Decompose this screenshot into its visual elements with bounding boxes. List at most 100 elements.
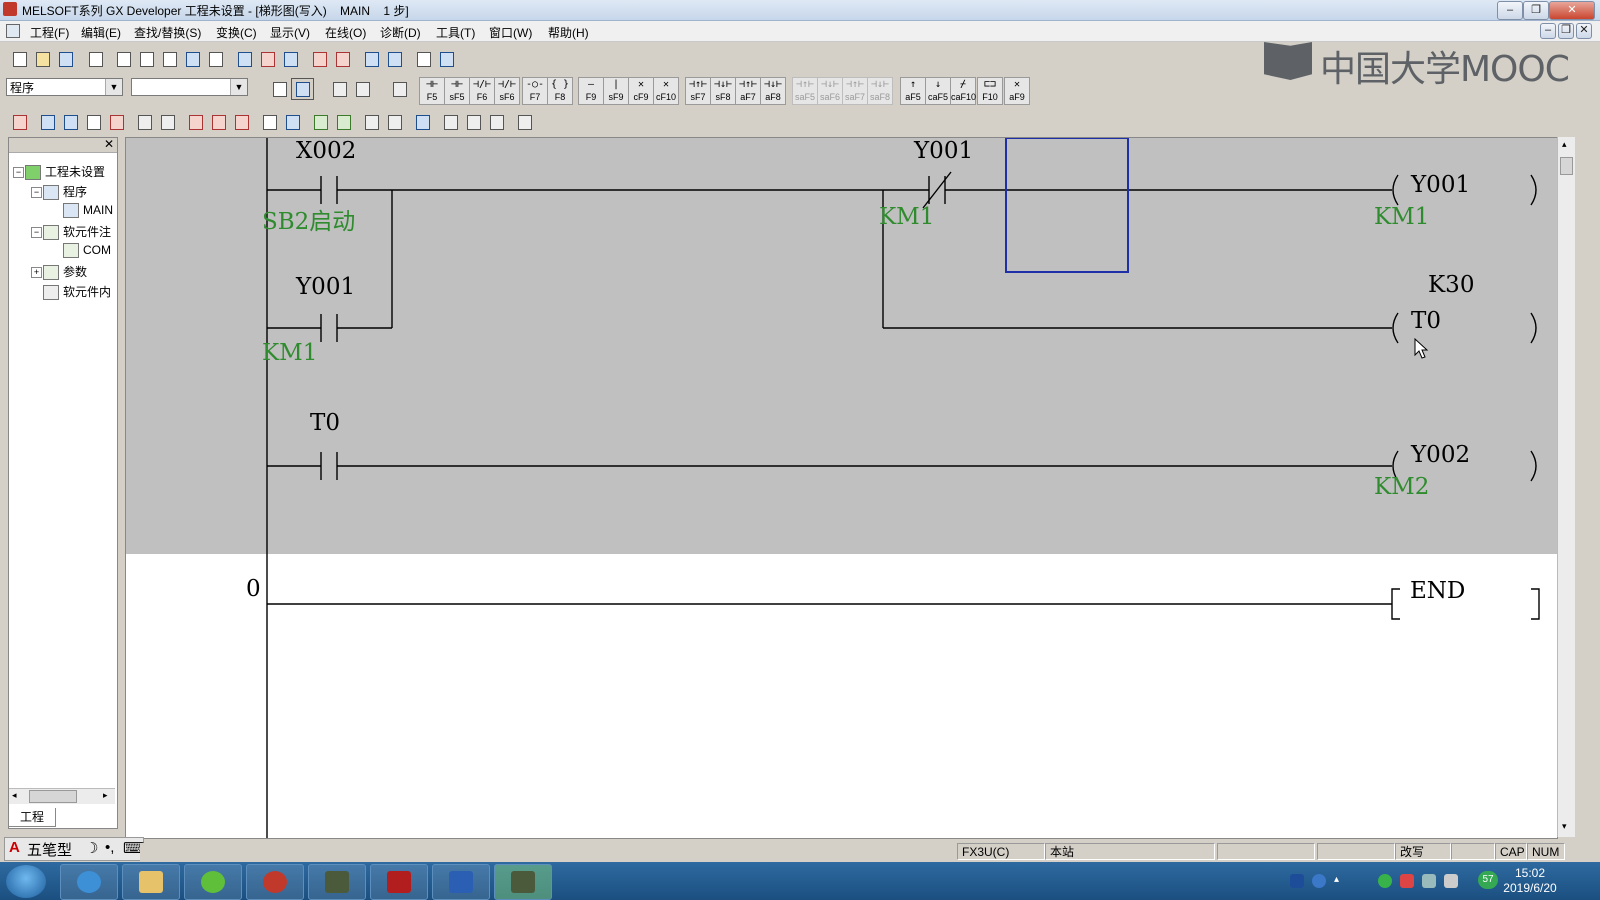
alias-display-icon[interactable] [156, 111, 179, 133]
menu-help[interactable]: 帮助(H) [548, 24, 589, 41]
tree-item-main[interactable]: MAIN [63, 203, 113, 219]
app-icon[interactable] [3, 2, 17, 16]
close-panel-icon[interactable]: ✕ [104, 137, 114, 151]
ladder-key-f8[interactable]: { } F8 [547, 77, 573, 105]
ladder-down-icon[interactable] [332, 111, 355, 133]
collapse-icon[interactable]: − [31, 187, 42, 198]
expand-icon[interactable]: + [31, 267, 42, 278]
taskbar-word[interactable] [432, 864, 490, 900]
ladder-view-icon[interactable] [36, 111, 59, 133]
taskbar-explorer[interactable] [122, 864, 180, 900]
tree-item-device-memory[interactable]: 软元件内 [43, 283, 111, 301]
find-instruction-icon[interactable] [256, 48, 279, 70]
scroll-thumb[interactable] [29, 790, 77, 803]
taskbar-recorder[interactable] [494, 864, 552, 900]
ladder-key-sf6[interactable]: ⊣/⊢ sF6 [494, 77, 520, 105]
ladder-key-af9[interactable]: ✕ aF9 [1004, 77, 1030, 105]
scroll-left-icon[interactable]: ◂ [12, 790, 17, 801]
zoom-icon[interactable] [82, 111, 105, 133]
scroll-down-icon[interactable]: ▾ [1562, 821, 1567, 832]
delete-row-icon[interactable] [383, 111, 406, 133]
find-device-icon[interactable] [233, 48, 256, 70]
scroll-thumb[interactable] [1560, 157, 1573, 175]
convert-all-icon[interactable] [207, 111, 230, 133]
volume-icon[interactable] [1444, 874, 1458, 888]
tree-item-program[interactable]: 程序 [43, 183, 87, 201]
menu-window[interactable]: 窗口(W) [489, 24, 532, 41]
statement-icon[interactable] [351, 78, 374, 100]
security-icon[interactable] [1378, 874, 1392, 888]
ladder-scrollbar[interactable]: ▴ ▾ [1557, 137, 1575, 837]
device-batch-icon[interactable] [105, 111, 128, 133]
ladder-key-saf7[interactable]: ⊣↑⊢ saF7 [842, 77, 868, 105]
scroll-up-icon[interactable]: ▴ [1562, 139, 1567, 150]
project-data-icon[interactable] [8, 111, 31, 133]
online-edit-icon[interactable] [411, 111, 434, 133]
device-select[interactable]: ▼ [131, 78, 248, 96]
ladder-key-saf5[interactable]: ⊣↑⊢ saF5 [792, 77, 818, 105]
delete-column-icon[interactable] [462, 111, 485, 133]
insert-column-icon[interactable] [439, 111, 462, 133]
close-button[interactable]: ✕ [1549, 1, 1595, 20]
ladder-key-af7[interactable]: ⊣↑⊢ aF7 [735, 77, 761, 105]
sfc-icon[interactable] [513, 111, 536, 133]
read-plc-icon[interactable] [331, 48, 354, 70]
redo-icon[interactable] [204, 48, 227, 70]
ime-mode-label[interactable]: 五笔型 [27, 839, 72, 860]
scroll-right-icon[interactable]: ▸ [103, 790, 108, 801]
doc-minimize-button[interactable]: – [1540, 23, 1556, 39]
new-icon[interactable] [8, 48, 31, 70]
punctuation-icon[interactable]: •, [105, 839, 114, 856]
taskbar-ie[interactable] [60, 864, 118, 900]
ladder-editor[interactable]: X002 SB2启动 Y001 KM1 Y001 KM1 Y001 KM1 K30 T0 T0 Y00… [125, 137, 1558, 839]
doc-icon[interactable] [6, 24, 20, 38]
panel-scrollbar[interactable]: ◂ ▸ [9, 788, 115, 804]
ladder-key-cf9[interactable]: ✕ cF9 [628, 77, 654, 105]
flag-icon[interactable] [1400, 874, 1414, 888]
ladder-key-saf6[interactable]: ⊣↓⊢ saF6 [817, 77, 843, 105]
device-list-icon[interactable] [258, 111, 281, 133]
ime-a-icon[interactable]: A [9, 839, 20, 856]
menu-project[interactable]: 工程(F) [30, 24, 69, 41]
ime-tray-icon[interactable] [1290, 874, 1304, 888]
write-mode-icon[interactable] [291, 78, 314, 100]
menu-view[interactable]: 显示(V) [270, 24, 310, 41]
menu-edit[interactable]: 编辑(E) [81, 24, 121, 41]
monitor-icon[interactable] [360, 48, 383, 70]
start-button[interactable] [6, 865, 46, 898]
menu-diagnostics[interactable]: 诊断(D) [380, 24, 421, 41]
ladder-key-f5[interactable]: ⊣⊢ F5 [419, 77, 445, 105]
print-icon[interactable] [84, 48, 107, 70]
insert-row-icon[interactable] [360, 111, 383, 133]
moon-icon[interactable]: ☽ [85, 839, 98, 857]
check-program-icon[interactable] [230, 111, 253, 133]
read-mode-icon[interactable] [268, 78, 291, 100]
cut-icon[interactable] [112, 48, 135, 70]
clock[interactable]: 15:02 2019/6/20 [1500, 866, 1560, 896]
ladder-up-icon[interactable] [309, 111, 332, 133]
entry-monitor-icon[interactable] [412, 48, 435, 70]
program-select[interactable]: 程序 ▼ [6, 78, 123, 96]
collapse-icon[interactable]: − [13, 167, 24, 178]
collapse-icon[interactable]: − [31, 227, 42, 238]
note-icon[interactable] [388, 78, 411, 100]
taskbar-gx-developer[interactable] [246, 864, 304, 900]
convert-icon[interactable] [184, 111, 207, 133]
maximize-button[interactable]: ❐ [1523, 1, 1549, 20]
open-icon[interactable] [31, 48, 54, 70]
tree-item-parameter[interactable]: 参数 [43, 263, 87, 281]
menu-convert[interactable]: 变换(C) [216, 24, 257, 41]
ladder-key-caf10[interactable]: ⌿ caF10 [950, 77, 976, 105]
cross-reference-icon[interactable] [281, 111, 304, 133]
minimize-button[interactable]: – [1497, 1, 1523, 20]
ladder-key-f6[interactable]: ⊣/⊢ F6 [469, 77, 495, 105]
tree-item-com[interactable]: COM [63, 243, 111, 259]
ladder-key-sf7[interactable]: ⊣↑⊢ sF7 [685, 77, 711, 105]
help-icon[interactable] [1312, 874, 1326, 888]
comment-icon[interactable] [328, 78, 351, 100]
tree-item-device-comment[interactable]: 软元件注 [43, 223, 111, 241]
network-icon[interactable] [1422, 874, 1436, 888]
taskbar-flash[interactable] [370, 864, 428, 900]
undo-icon[interactable] [181, 48, 204, 70]
insert-nop-icon[interactable] [485, 111, 508, 133]
